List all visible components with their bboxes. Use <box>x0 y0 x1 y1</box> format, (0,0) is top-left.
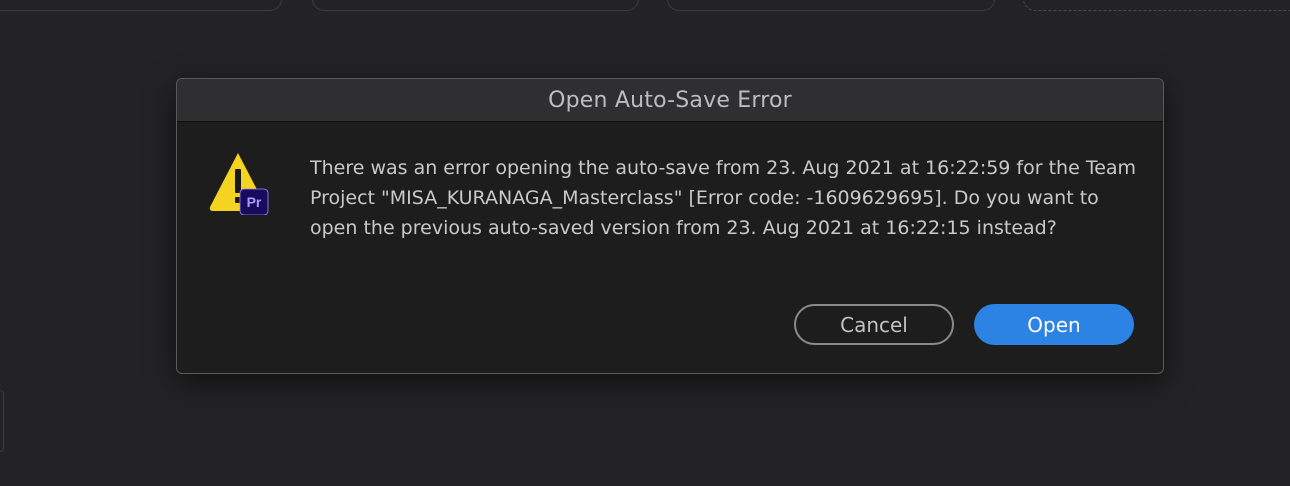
background-project-tile <box>0 0 282 11</box>
auto-save-error-dialog: Open Auto-Save Error Pr There was an err… <box>176 78 1164 374</box>
open-button[interactable]: Open <box>974 304 1134 345</box>
app-background: Open Auto-Save Error Pr There was an err… <box>0 0 1290 486</box>
background-panel-edge <box>0 390 4 452</box>
background-new-project-tile <box>1023 0 1290 11</box>
warning-icon: Pr <box>207 151 271 216</box>
background-project-tile <box>667 0 995 11</box>
dialog-titlebar: Open Auto-Save Error <box>177 79 1163 122</box>
background-project-tile <box>312 0 639 11</box>
cancel-button[interactable]: Cancel <box>794 304 954 345</box>
dialog-title: Open Auto-Save Error <box>548 87 792 113</box>
error-message: There was an error opening the auto-save… <box>310 157 1137 239</box>
premiere-badge-text: Pr <box>247 194 262 210</box>
warning-triangle-icon: Pr <box>209 153 269 216</box>
